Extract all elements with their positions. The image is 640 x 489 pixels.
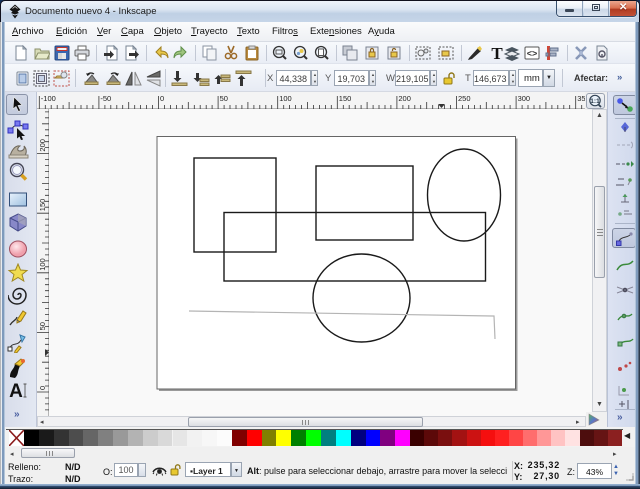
svg-text:-100: -100 (41, 94, 56, 103)
svg-text:50: 50 (220, 94, 228, 103)
svg-text:1:1: 1:1 (590, 98, 600, 105)
svg-text:<>: <> (527, 49, 538, 59)
svg-text:0: 0 (160, 94, 164, 103)
svg-text:200: 200 (38, 139, 47, 152)
svg-text:100: 100 (279, 94, 292, 103)
svg-text:-50: -50 (100, 94, 111, 103)
svg-text:250: 250 (458, 94, 471, 103)
svg-text:0: 0 (38, 386, 47, 390)
svg-text:150: 150 (339, 94, 352, 103)
svg-text:300: 300 (518, 94, 531, 103)
svg-text:150: 150 (38, 199, 47, 212)
svg-text:50: 50 (38, 322, 47, 330)
svg-text:A: A (9, 381, 23, 401)
svg-text:100: 100 (38, 258, 47, 271)
svg-text:200: 200 (398, 94, 411, 103)
svg-text:T: T (491, 45, 503, 61)
